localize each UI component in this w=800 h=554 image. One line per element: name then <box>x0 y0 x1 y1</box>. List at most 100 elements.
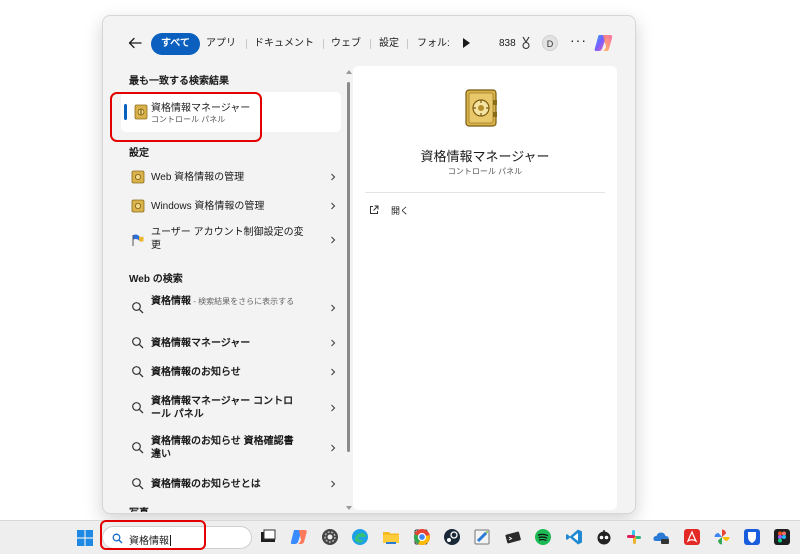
open-external-icon <box>370 205 379 214</box>
best-match-result[interactable]: 資格情報マネージャー コントロール パネル <box>121 92 341 132</box>
tab-separator <box>370 39 371 49</box>
rewards-points[interactable]: 838 <box>499 38 516 49</box>
rewards-medal-icon[interactable] <box>520 36 532 50</box>
back-arrow-icon[interactable] <box>127 35 143 51</box>
filter-bar: すべて アプリ ドキュメント ウェブ 設定 フォル: 838 D ··· <box>103 16 635 72</box>
selection-indicator <box>124 104 127 120</box>
chevron-right-icon <box>331 444 336 452</box>
chevron-right-icon <box>331 368 336 376</box>
onedrive-icon[interactable] <box>652 528 670 546</box>
slack-icon[interactable] <box>625 528 643 546</box>
tab-separator <box>407 39 408 49</box>
search-icon <box>132 337 144 349</box>
tab-folders[interactable]: フォル: <box>417 33 450 55</box>
credential-vault-icon <box>131 199 145 213</box>
results-scrollbar[interactable] <box>346 70 352 510</box>
web-result-label: 資格情報 - 検索結果をさらに表示する <box>151 295 311 308</box>
search-icon <box>132 402 144 414</box>
search-icon <box>112 533 123 544</box>
open-action-label: 開く <box>391 206 410 216</box>
web-result-item[interactable]: 資格情報マネージャー <box>121 330 343 356</box>
chevron-right-icon <box>331 339 336 347</box>
web-result-label: 資格情報マネージャー コントロール パネル <box>151 396 294 420</box>
taskbar-search-input[interactable]: 資格情報 <box>102 526 252 549</box>
ai-bot-icon[interactable] <box>595 528 613 546</box>
steam-icon[interactable] <box>443 528 461 546</box>
vscode-icon[interactable] <box>565 528 583 546</box>
taskbar-search-value: 資格情報 <box>129 536 169 547</box>
scroll-down-arrow-icon[interactable] <box>346 506 352 510</box>
web-result-item[interactable]: 資格情報 - 検索結果をさらに表示する <box>121 290 343 326</box>
scroll-up-arrow-icon[interactable] <box>346 70 352 74</box>
settings-item-label: Web 資格情報の管理 <box>151 172 245 183</box>
best-match-heading: 最も一致する検索結果 <box>129 76 229 87</box>
tab-settings[interactable]: 設定 <box>379 33 399 55</box>
web-search-heading: Web の検索 <box>129 274 183 285</box>
taskbar-search-text: 資格情報 <box>129 532 171 547</box>
web-result-hint: - 検索結果をさらに表示する <box>191 297 295 306</box>
bitwarden-icon[interactable] <box>743 528 761 546</box>
web-result-query: 資格情報 <box>151 296 191 307</box>
copilot-app-icon[interactable] <box>290 528 308 546</box>
spotify-icon[interactable] <box>534 528 552 546</box>
chevron-right-icon <box>331 202 336 210</box>
web-result-item[interactable]: 資格情報のお知らせ <box>121 359 343 385</box>
search-icon <box>132 442 144 454</box>
copilot-icon[interactable] <box>593 32 615 54</box>
search-results-pane: 最も一致する検索結果 資格情報マネージャー コントロール パネル 設定 Web … <box>117 66 347 512</box>
web-result-item[interactable]: 資格情報マネージャー コントロール パネル <box>121 390 343 426</box>
tab-apps[interactable]: アプリ <box>206 33 236 55</box>
more-tabs-arrow-icon[interactable] <box>463 38 470 48</box>
settings-heading: 設定 <box>129 148 149 159</box>
chevron-right-icon <box>331 236 336 244</box>
figma-icon[interactable] <box>773 528 791 546</box>
acrobat-icon[interactable] <box>683 528 701 546</box>
search-flyout: すべて アプリ ドキュメント ウェブ 設定 フォル: 838 D ··· 最も一… <box>102 15 636 514</box>
settings-item-windows-credentials[interactable]: Windows 資格情報の管理 <box>121 193 343 219</box>
web-result-label: 資格情報マネージャー <box>151 338 251 349</box>
credential-vault-icon <box>131 170 145 184</box>
web-result-label: 資格情報のお知らせ <box>151 367 241 378</box>
tab-separator <box>246 39 247 49</box>
web-result-item[interactable]: 資格情報のお知らせ 資格確認書違い <box>121 430 343 466</box>
open-action[interactable]: 開く <box>367 202 447 220</box>
settings-item-uac[interactable]: ユーザー アカウント制御設定の変更 <box>121 222 343 258</box>
tab-all[interactable]: すべて <box>151 33 200 55</box>
chevron-right-icon <box>331 404 336 412</box>
notepad-plus-icon[interactable] <box>473 528 491 546</box>
windows-start-icon[interactable] <box>77 530 93 546</box>
edge-icon[interactable] <box>351 528 369 546</box>
uac-flag-icon <box>132 234 144 246</box>
text-caret <box>170 535 171 546</box>
settings-item-label: Windows 資格情報の管理 <box>151 201 265 212</box>
search-icon <box>132 478 144 490</box>
preview-subtitle: コントロール パネル <box>447 167 523 176</box>
chevron-right-icon <box>331 480 336 488</box>
photos-heading: 写真 <box>129 504 149 512</box>
wsl-terminal-icon[interactable] <box>504 528 522 546</box>
scrollbar-thumb[interactable] <box>347 82 350 452</box>
credential-manager-icon <box>134 104 148 120</box>
chrome-icon[interactable] <box>413 528 431 546</box>
lens-pinwheel-icon[interactable] <box>713 528 731 546</box>
chevron-right-icon <box>331 304 336 312</box>
tab-documents[interactable]: ドキュメント <box>254 33 314 55</box>
settings-item-web-credentials[interactable]: Web 資格情報の管理 <box>121 164 343 190</box>
web-result-label: 資格情報のお知らせ 資格確認書違い <box>151 436 294 460</box>
web-result-item[interactable]: 資格情報のお知らせとは <box>121 471 343 497</box>
settings-item-label: ユーザー アカウント制御設定の変更 <box>151 227 304 251</box>
search-icon <box>132 366 144 378</box>
taskbar: 資格情報 <box>0 520 800 554</box>
web-result-label: 資格情報のお知らせとは <box>151 479 261 490</box>
preview-title: 資格情報マネージャー <box>420 149 550 164</box>
chevron-right-icon <box>331 173 336 181</box>
file-explorer-icon[interactable] <box>382 528 400 546</box>
terminal-icon[interactable] <box>259 528 277 546</box>
more-options-icon[interactable]: ··· <box>570 32 587 48</box>
chrome-dev-icon[interactable] <box>321 528 339 546</box>
result-preview-pane: 資格情報マネージャー コントロール パネル 開く <box>353 66 617 510</box>
user-avatar[interactable]: D <box>542 35 558 51</box>
tab-web[interactable]: ウェブ <box>331 33 361 55</box>
credential-manager-large-icon <box>465 89 497 127</box>
best-match-subtitle: コントロール パネル <box>151 115 226 124</box>
